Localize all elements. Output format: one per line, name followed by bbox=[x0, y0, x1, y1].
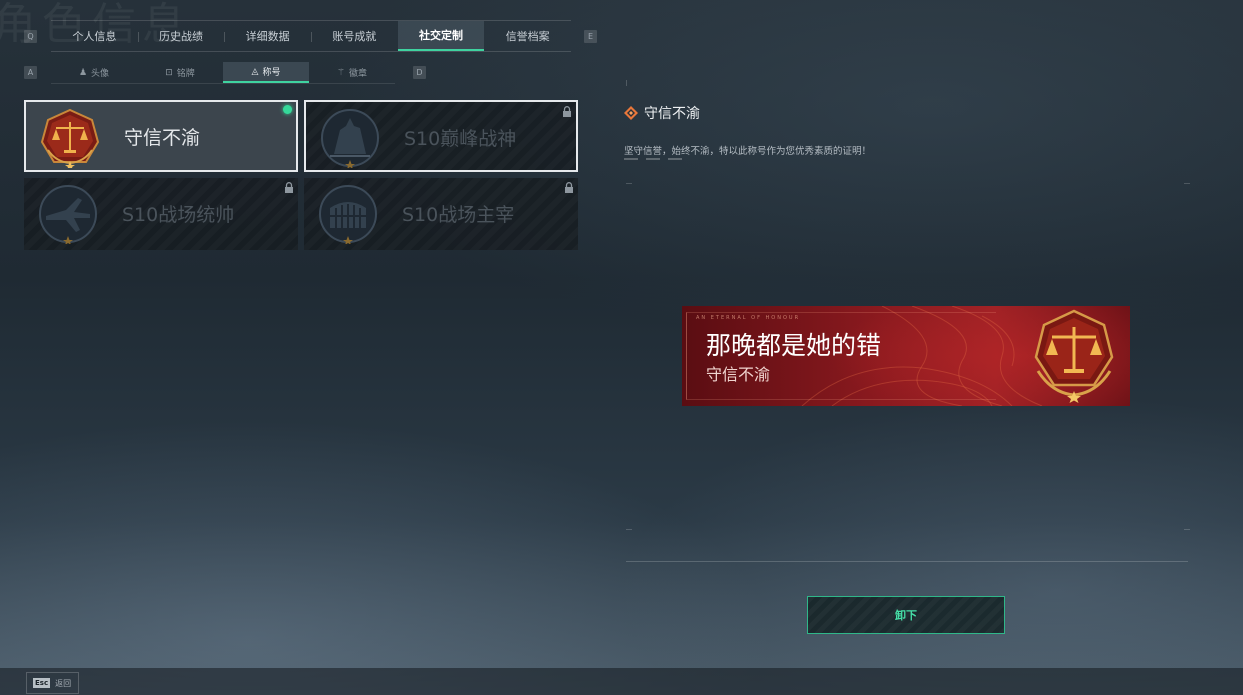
title-card-label: S10战场统帅 bbox=[122, 204, 235, 226]
lock-icon bbox=[285, 182, 293, 193]
detail-divider bbox=[626, 561, 1188, 562]
person-icon: ♟ bbox=[78, 67, 88, 78]
title-banner-preview: AN ETERNAL OF HONOUR 那晚都是她的错 守信不渝 bbox=[682, 306, 1130, 406]
subtab-nameplate[interactable]: ⊡ 铭牌 bbox=[137, 62, 223, 83]
banner-title: 守信不渝 bbox=[706, 365, 771, 384]
frame-tick bbox=[1184, 183, 1190, 184]
main-tab-bar: 个人信息 历史战绩 详细数据 账号成就 社交定制 信誉档案 bbox=[51, 20, 571, 52]
detail-underline bbox=[624, 158, 690, 160]
colossus-emblem-icon bbox=[321, 109, 379, 168]
subtab-nameplate-label: 铭牌 bbox=[176, 69, 195, 79]
colosseum-emblem-icon bbox=[319, 185, 377, 244]
title-card-s10-commander[interactable]: S10战场统帅 bbox=[24, 178, 298, 250]
banner-tiny-text: AN ETERNAL OF HONOUR bbox=[696, 315, 801, 321]
title-card-label: S10巅峰战神 bbox=[404, 128, 517, 150]
tab-match-history[interactable]: 历史战绩 bbox=[137, 21, 225, 51]
aircraft-emblem-icon bbox=[39, 185, 97, 244]
title-card-label: S10战场主宰 bbox=[402, 204, 515, 226]
back-button[interactable]: Esc 返回 bbox=[26, 672, 79, 694]
prev-subtab-key-hint: A bbox=[24, 66, 37, 79]
frame-tick bbox=[626, 80, 627, 86]
frame-tick bbox=[626, 183, 632, 184]
banner-player-name: 那晚都是她的错 bbox=[706, 331, 882, 360]
banner-scales-emblem-icon bbox=[1034, 309, 1114, 403]
title-card-s10-dominator[interactable]: S10战场主宰 bbox=[304, 178, 578, 250]
back-label: 返回 bbox=[55, 678, 72, 688]
footer-bar bbox=[0, 668, 1243, 695]
detail-title-text: 守信不渝 bbox=[644, 106, 700, 122]
esc-key-icon: Esc bbox=[33, 678, 51, 688]
subtab-badge[interactable]: ⚚ 徽章 bbox=[309, 62, 395, 83]
lock-icon bbox=[563, 106, 571, 117]
frame-tick bbox=[1184, 529, 1190, 530]
diamond-compass-icon bbox=[624, 106, 638, 120]
subtab-title[interactable]: ◬ 称号 bbox=[223, 62, 309, 83]
detail-description: 坚守信誉，始终不渝，特以此称号作为您优秀素质的证明！ bbox=[624, 146, 872, 157]
next-subtab-key-hint: D bbox=[413, 66, 426, 79]
title-card-honor[interactable]: 守信不渝 bbox=[24, 100, 298, 172]
subtab-title-label: 称号 bbox=[262, 68, 281, 78]
next-tab-key-hint: E bbox=[584, 30, 597, 43]
scales-emblem-icon bbox=[40, 108, 100, 168]
subtab-badge-label: 徽章 bbox=[349, 69, 368, 79]
lock-icon bbox=[565, 182, 573, 193]
title-icon: ◬ bbox=[251, 66, 259, 77]
tab-personal-info[interactable]: 个人信息 bbox=[51, 21, 138, 51]
tab-reputation-record[interactable]: 信誉档案 bbox=[484, 21, 571, 51]
tab-detailed-stats[interactable]: 详细数据 bbox=[224, 21, 311, 51]
equipped-status-dot bbox=[283, 105, 292, 114]
sub-tab-bar: ♟ 头像 ⊡ 铭牌 ◬ 称号 ⚚ 徽章 bbox=[51, 62, 395, 84]
tab-account-achievements[interactable]: 账号成就 bbox=[311, 21, 398, 51]
subtab-avatar[interactable]: ♟ 头像 bbox=[51, 62, 137, 83]
title-card-s10-peak[interactable]: S10巅峰战神 bbox=[304, 100, 578, 172]
badge-icon: ⚚ bbox=[336, 67, 346, 78]
subtab-avatar-label: 头像 bbox=[91, 69, 110, 79]
tab-social-customization[interactable]: 社交定制 bbox=[397, 21, 485, 51]
detail-title: 守信不渝 bbox=[624, 103, 700, 123]
unequip-button[interactable]: 卸下 bbox=[807, 596, 1005, 634]
prev-tab-key-hint: Q bbox=[24, 30, 37, 43]
title-card-label: 守信不渝 bbox=[124, 127, 201, 149]
frame-tick bbox=[626, 529, 632, 530]
nameplate-icon: ⊡ bbox=[165, 67, 173, 78]
